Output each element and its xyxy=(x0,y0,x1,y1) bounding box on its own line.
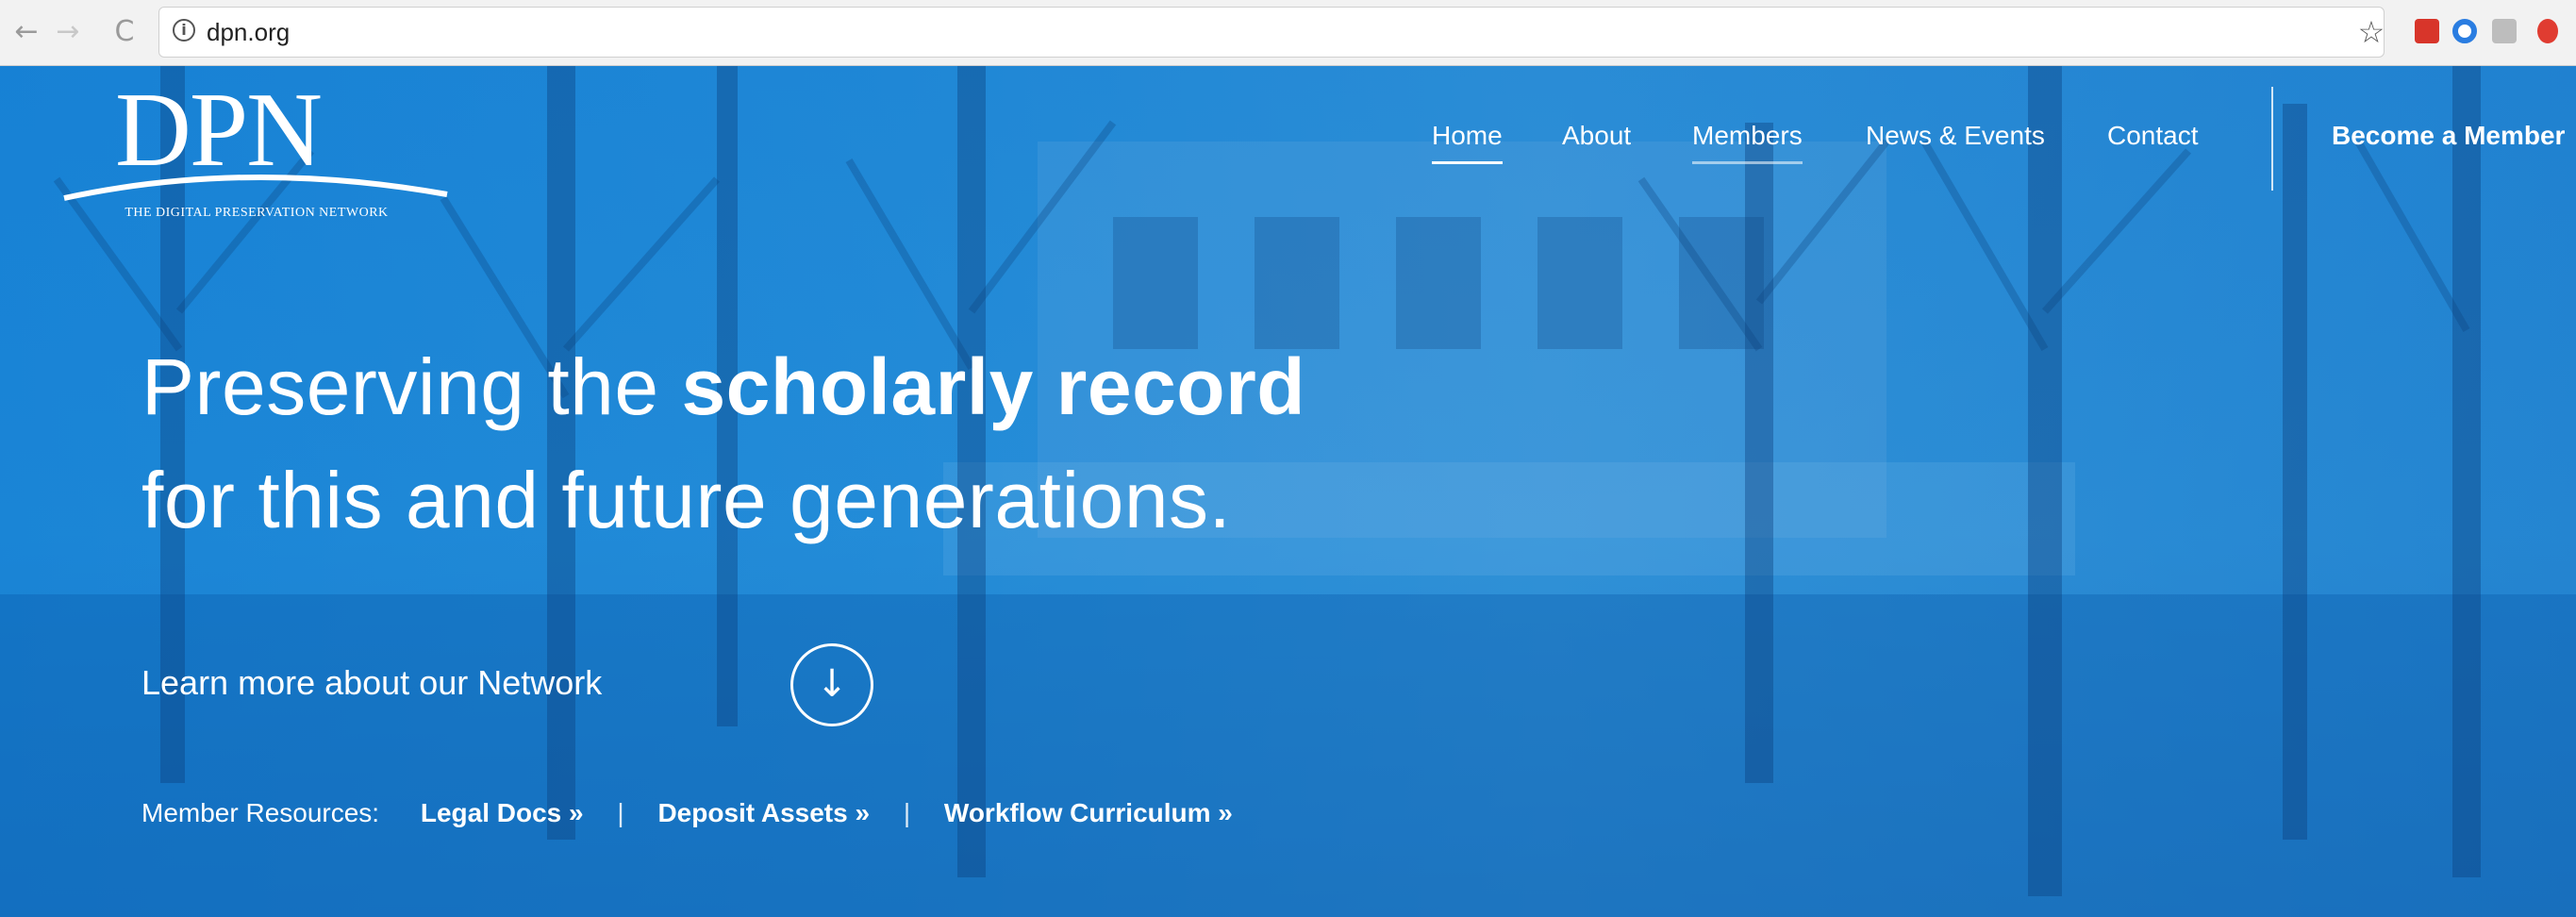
headline-part-a: Preserving the xyxy=(141,342,659,431)
address-bar[interactable]: i dpn.org xyxy=(158,7,2385,58)
forward-icon[interactable]: → xyxy=(47,9,89,55)
extension-icon[interactable] xyxy=(2492,19,2517,43)
headline-emphasis: scholarly record xyxy=(681,342,1306,431)
nav-members[interactable]: Members xyxy=(1692,119,1803,164)
extension-icon[interactable] xyxy=(2452,19,2477,43)
dpn-logo[interactable]: DPN The Digital Preservation Network xyxy=(58,74,455,225)
hero-section: DPN The Digital Preservation Network Hom… xyxy=(0,66,2576,917)
browser-toolbar: ← → C i dpn.org ☆ xyxy=(0,0,2576,66)
nav-home[interactable]: Home xyxy=(1432,119,1503,164)
deposit-assets-link[interactable]: Deposit Assets » xyxy=(657,794,870,832)
separator: | xyxy=(903,798,911,827)
member-resources: Member Resources: Legal Docs » | Deposit… xyxy=(141,794,1233,832)
bookmark-star-icon[interactable]: ☆ xyxy=(2352,9,2390,55)
nav-about[interactable]: About xyxy=(1562,119,1631,153)
info-icon[interactable]: i xyxy=(173,19,195,42)
legal-docs-link[interactable]: Legal Docs » xyxy=(421,794,584,832)
logo-tagline: The Digital Preservation Network xyxy=(125,206,389,220)
hero-headline: Preserving the scholarly record for this… xyxy=(141,330,1305,557)
resources-label: Member Resources: xyxy=(141,798,380,827)
arrow-down-icon[interactable]: ↓ xyxy=(790,643,873,726)
nav-news-events[interactable]: News & Events xyxy=(1866,119,2045,153)
nav-contact[interactable]: Contact xyxy=(2107,119,2199,153)
extension-icon[interactable] xyxy=(2415,19,2439,43)
separator: | xyxy=(617,798,624,827)
logo-swoosh xyxy=(63,174,448,201)
url-text[interactable]: dpn.org xyxy=(207,8,290,57)
learn-more-link[interactable]: Learn more about our Network xyxy=(141,645,602,721)
reload-icon[interactable]: C xyxy=(104,9,145,55)
extension-icon[interactable] xyxy=(2537,19,2558,43)
workflow-curriculum-link[interactable]: Workflow Curriculum » xyxy=(944,794,1233,832)
back-icon[interactable]: ← xyxy=(6,9,47,55)
headline-line-2: for this and future generations. xyxy=(141,456,1232,544)
become-member-link[interactable]: Become a Member xyxy=(2332,119,2565,153)
nav-divider xyxy=(2271,87,2273,191)
